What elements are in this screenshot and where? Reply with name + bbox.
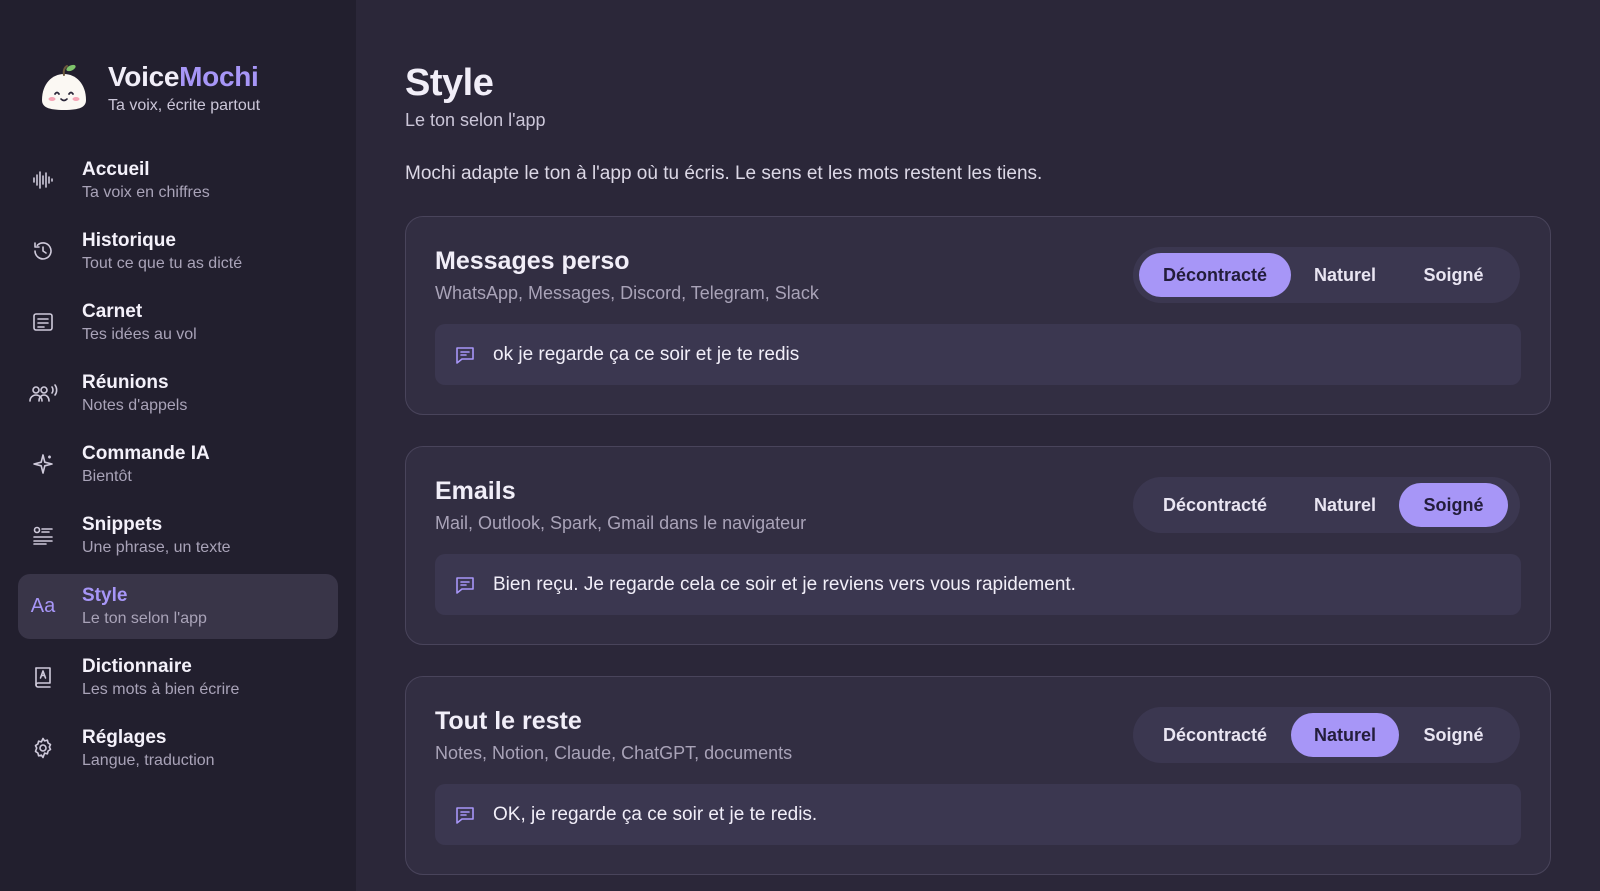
- page-description: Mochi adapte le ton à l'app où tu écris.…: [405, 163, 1043, 184]
- sidebar-item-reglages[interactable]: Réglages Langue, traduction: [18, 716, 338, 781]
- page-subtitle: Le ton selon l'app: [405, 110, 546, 130]
- card-apps: Notes, Notion, Claude, ChatGPT, document…: [435, 743, 793, 763]
- card-apps: Mail, Outlook, Spark, Gmail dans le navi…: [435, 513, 807, 533]
- brand: VoiceMochi Ta voix, écrite partout: [36, 60, 260, 116]
- people-icon: [28, 378, 58, 408]
- sidebar-item-carnet[interactable]: Carnet Tes idées au vol: [18, 290, 338, 355]
- tone-preview: Bien reçu. Je regarde cela ce soir et je…: [435, 554, 1521, 615]
- sidebar-nav: Accueil Ta voix en chiffres Historique T…: [18, 148, 338, 787]
- sidebar-item-subtitle: Notes d'appels: [82, 397, 188, 414]
- app-name-part1: Voice: [108, 61, 180, 92]
- card-title: Emails: [435, 477, 516, 505]
- sidebar-item-title: Réglages: [82, 727, 167, 748]
- snippets-icon: [28, 520, 58, 550]
- sidebar-item-historique[interactable]: Historique Tout ce que tu as dicté: [18, 219, 338, 284]
- card-title: Messages perso: [435, 247, 630, 275]
- sidebar-item-reunions[interactable]: Réunions Notes d'appels: [18, 361, 338, 426]
- dictionary-icon: [28, 662, 58, 692]
- sidebar-item-subtitle: Le ton selon l'app: [82, 610, 207, 627]
- tone-option-decontracte[interactable]: Décontracté: [1139, 713, 1291, 757]
- sidebar-item-title: Snippets: [82, 514, 163, 535]
- history-icon: [28, 236, 58, 266]
- sidebar-item-accueil[interactable]: Accueil Ta voix en chiffres: [18, 148, 338, 213]
- sidebar-item-subtitle: Une phrase, un texte: [82, 539, 231, 556]
- tone-option-decontracte[interactable]: Décontracté: [1139, 253, 1291, 297]
- tone-option-soigne[interactable]: Soigné: [1399, 483, 1508, 527]
- tone-preview: OK, je regarde ça ce soir et je te redis…: [435, 784, 1521, 845]
- sidebar-item-subtitle: Ta voix en chiffres: [82, 184, 210, 201]
- mochi-logo-icon: [42, 64, 86, 110]
- sidebar-item-subtitle: Tout ce que tu as dicté: [82, 255, 243, 272]
- sparkle-icon: [28, 449, 58, 479]
- preview-text: Bien reçu. Je regarde cela ce soir et je…: [493, 573, 1076, 595]
- tone-option-soigne[interactable]: Soigné: [1399, 253, 1508, 297]
- sidebar-item-subtitle: Langue, traduction: [82, 752, 215, 769]
- card-title: Tout le reste: [435, 707, 582, 735]
- page-title: Style: [405, 62, 494, 104]
- sidebar-item-title: Accueil: [82, 159, 150, 180]
- style-card-tout-le-reste: Tout le reste Notes, Notion, Claude, Cha…: [405, 676, 1551, 875]
- preview-text: OK, je regarde ça ce soir et je te redis…: [493, 803, 818, 825]
- sidebar: VoiceMochi Ta voix, écrite partout Accue…: [0, 0, 356, 891]
- sidebar-item-subtitle: Bientôt: [82, 468, 132, 485]
- chat-bubble-icon: [456, 576, 474, 594]
- sidebar-item-style[interactable]: Aa Style Le ton selon l'app: [18, 574, 338, 639]
- sidebar-item-subtitle: Les mots à bien écrire: [82, 681, 240, 698]
- tone-selector: Décontracté Naturel Soigné: [1133, 247, 1520, 303]
- app-name-part2: Mochi: [179, 61, 259, 92]
- sidebar-item-title: Carnet: [82, 301, 143, 322]
- chat-bubble-icon: [456, 806, 474, 824]
- gear-icon: [28, 733, 58, 763]
- sidebar-item-title: Dictionnaire: [82, 656, 192, 677]
- tone-option-soigne[interactable]: Soigné: [1399, 713, 1508, 757]
- style-card-emails: Emails Mail, Outlook, Spark, Gmail dans …: [405, 446, 1551, 645]
- notebook-icon: [28, 307, 58, 337]
- sidebar-item-subtitle: Tes idées au vol: [82, 326, 197, 343]
- chat-bubble-icon: [456, 346, 474, 364]
- tone-selector: Décontracté Naturel Soigné: [1133, 477, 1520, 533]
- brand-text: VoiceMochi Ta voix, écrite partout: [108, 61, 260, 115]
- main-content: Style Le ton selon l'app Mochi adapte le…: [405, 0, 1600, 891]
- sidebar-item-title: Commande IA: [82, 443, 210, 464]
- app-name: VoiceMochi: [108, 61, 260, 93]
- app-tagline: Ta voix, écrite partout: [108, 97, 261, 114]
- sidebar-item-title: Réunions: [82, 372, 169, 393]
- tone-option-decontracte[interactable]: Décontracté: [1139, 483, 1291, 527]
- sidebar-item-commande-ia[interactable]: Commande IA Bientôt: [18, 432, 338, 497]
- sidebar-item-title: Style: [82, 585, 128, 606]
- style-card-messages-perso: Messages perso WhatsApp, Messages, Disco…: [405, 216, 1551, 415]
- text-style-icon: Aa: [30, 594, 56, 617]
- sidebar-item-title: Historique: [82, 230, 176, 251]
- waveform-icon: [28, 165, 58, 195]
- tone-option-naturel[interactable]: Naturel: [1291, 713, 1399, 757]
- sidebar-item-dictionnaire[interactable]: Dictionnaire Les mots à bien écrire: [18, 645, 338, 710]
- tone-preview: ok je regarde ça ce soir et je te redis: [435, 324, 1521, 385]
- tone-option-naturel[interactable]: Naturel: [1291, 253, 1399, 297]
- tone-selector: Décontracté Naturel Soigné: [1133, 707, 1520, 763]
- card-apps: WhatsApp, Messages, Discord, Telegram, S…: [435, 283, 819, 303]
- sidebar-item-snippets[interactable]: Snippets Une phrase, un texte: [18, 503, 338, 568]
- tone-option-naturel[interactable]: Naturel: [1291, 483, 1399, 527]
- preview-text: ok je regarde ça ce soir et je te redis: [493, 343, 800, 365]
